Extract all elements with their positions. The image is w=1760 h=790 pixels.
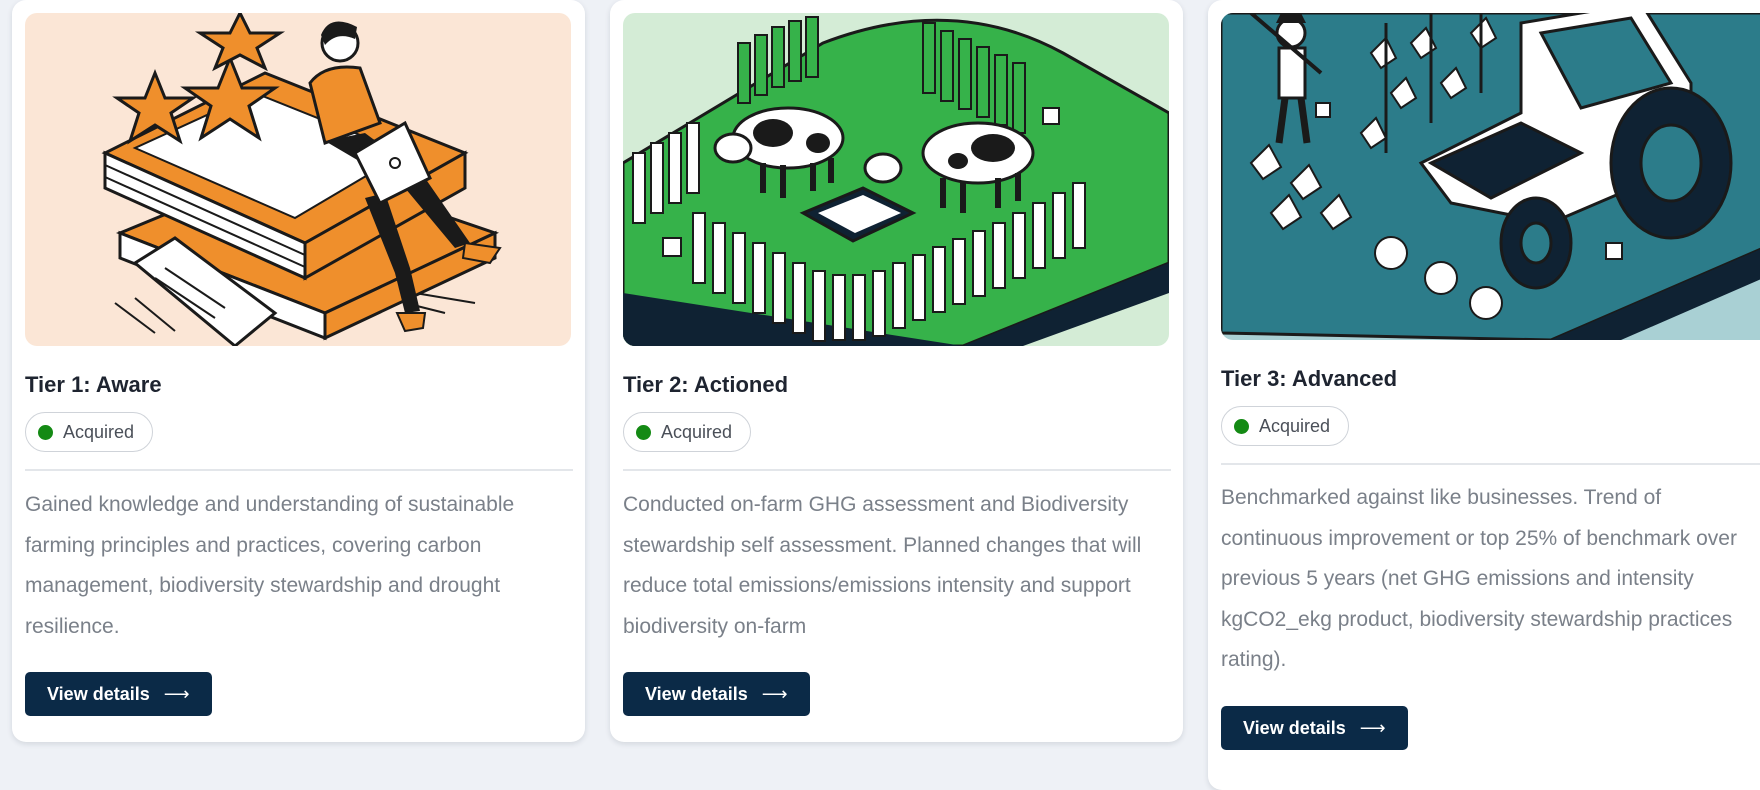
card-title: Tier 2: Actioned <box>623 372 789 397</box>
divider <box>623 469 1171 471</box>
view-details-button[interactable]: View details ⟶ <box>25 672 212 716</box>
card-title: Tier 1: Aware <box>25 372 162 397</box>
view-details-button[interactable]: View details ⟶ <box>623 672 810 716</box>
arrow-right-icon: ⟶ <box>761 683 788 704</box>
status-label: Acquired <box>63 421 135 442</box>
status-badge: Acquired <box>25 412 154 452</box>
arrow-right-icon: ⟶ <box>1359 717 1386 738</box>
status-badge: Acquired <box>1221 406 1350 446</box>
card-description: Conducted on-farm GHG assessment and Bio… <box>623 493 1142 638</box>
card-title: Tier 3: Advanced <box>1221 366 1398 391</box>
view-details-button[interactable]: View details ⟶ <box>1221 706 1408 750</box>
view-details-label: View details <box>47 683 150 704</box>
actioned-illustration <box>623 13 1169 346</box>
status-dot-icon <box>38 424 53 440</box>
card-description: Gained knowledge and understanding of su… <box>25 493 515 638</box>
status-label: Acquired <box>1259 415 1331 436</box>
aware-illustration <box>25 13 571 346</box>
divider <box>25 469 573 471</box>
view-details-label: View details <box>1243 717 1346 738</box>
tier-card-aware: Tier 1: Aware Acquired Gained knowledge … <box>12 0 585 742</box>
arrow-right-icon: ⟶ <box>163 683 190 704</box>
divider <box>1221 463 1760 465</box>
view-details-label: View details <box>645 683 748 704</box>
card-description: Benchmarked against like businesses. Tre… <box>1221 486 1737 671</box>
status-badge: Acquired <box>623 412 752 452</box>
status-label: Acquired <box>661 421 733 442</box>
status-dot-icon <box>636 424 651 440</box>
tier-card-advanced: Tier 3: Advanced Acquired Benchmarked ag… <box>1208 0 1760 790</box>
status-dot-icon <box>1234 418 1249 434</box>
tier-card-actioned: Tier 2: Actioned Acquired Conducted on-f… <box>610 0 1183 742</box>
advanced-illustration <box>1221 13 1760 340</box>
